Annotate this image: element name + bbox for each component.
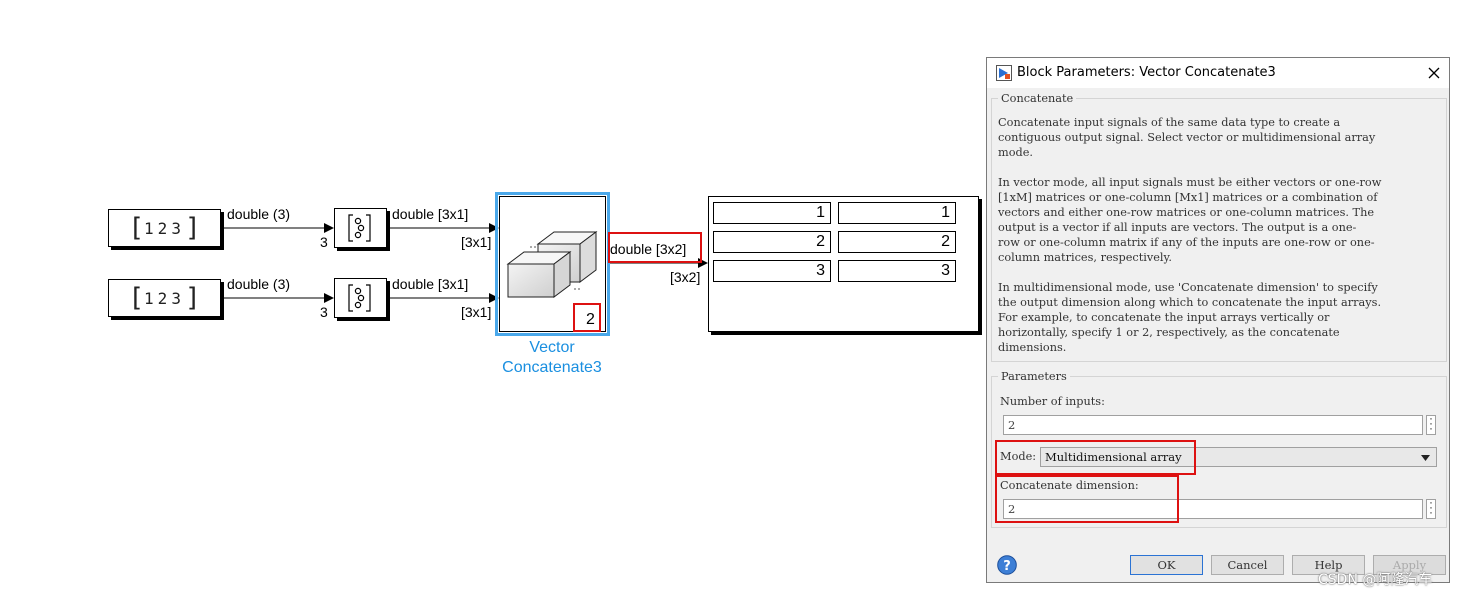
block-parameters-dialog: Block Parameters: Vector Concatenate3 Co…: [986, 57, 1450, 583]
display-cell-r3-c1: 3: [713, 260, 831, 282]
description-paragraph-3: In multidimensional mode, use 'Concatena…: [998, 280, 1444, 355]
display-cell-r2-c1: 2: [713, 231, 831, 253]
simulink-app-icon: [996, 65, 1012, 81]
const2-value-2: 2: [157, 288, 172, 308]
desc-line: output is a vector if all inputs are vec…: [998, 221, 1357, 234]
display-block[interactable]: 1 1 2 2 3 3: [708, 196, 979, 332]
watermark: CSDN @阿隆汽车: [1318, 572, 1433, 588]
const1-value-1: 1: [144, 218, 158, 238]
display-cell-r1-c1: 1: [713, 202, 831, 224]
output-dim-label: [3x2]: [670, 269, 701, 285]
desc-line: dimensions.: [998, 341, 1067, 354]
concat-dimension-more-button[interactable]: · · ·: [1426, 496, 1436, 519]
display-cell-r1-c2: 1: [838, 202, 956, 224]
block-caption[interactable]: Vector Concatenate3: [480, 338, 624, 378]
chevron-down-icon: [1421, 455, 1430, 461]
num-inputs-label: Number of inputs:: [1000, 395, 1105, 408]
display-cell-r3-c2: 3: [838, 260, 956, 282]
desc-line: the output dimension along which to conc…: [998, 296, 1382, 309]
reshape-block-2[interactable]: [334, 278, 387, 318]
reshape-icon: [348, 214, 371, 242]
reshape-icon: [348, 284, 371, 312]
dialog-title-bar: Block Parameters: Vector Concatenate3: [987, 58, 1449, 88]
svg-text:?: ?: [1003, 559, 1011, 574]
description-paragraph-2: In vector mode, all input signals must b…: [998, 175, 1444, 265]
caption-line-1: Vector: [529, 339, 575, 356]
close-icon[interactable]: [1428, 67, 1440, 79]
highlight-concat-dimension: [995, 475, 1179, 523]
highlight-mode: [995, 440, 1196, 475]
desc-line: Concatenate input signals of the same da…: [998, 116, 1341, 129]
dialog-title: Block Parameters: Vector Concatenate3: [1017, 65, 1276, 80]
description-text: Concatenate input signals of the same da…: [998, 115, 1444, 355]
description-paragraph-1: Concatenate input signals of the same da…: [998, 115, 1444, 160]
port-dim-label-1: 3: [320, 234, 328, 250]
input-dim-label-1: [3x1]: [461, 234, 492, 250]
ok-button[interactable]: OK: [1130, 555, 1203, 575]
constant-block-1[interactable]: [1 2 3]: [108, 209, 221, 247]
const1-value-3: 3: [171, 218, 185, 238]
signal-label-const1: double (3): [227, 206, 291, 222]
help-icon[interactable]: ?: [997, 555, 1017, 575]
desc-line: column matrices, respectively.: [998, 251, 1173, 264]
num-inputs-field[interactable]: 2: [1003, 415, 1423, 435]
input-dim-label-2: [3x1]: [461, 304, 492, 320]
signal-label-reshape2: double [3x1]: [392, 276, 469, 292]
const2-value-1: 1: [144, 288, 158, 308]
parameters-group-label: Parameters: [998, 369, 1070, 384]
reshape-block-1[interactable]: [334, 208, 387, 248]
signal-label-reshape1: double [3x1]: [392, 206, 469, 222]
num-inputs-more-button[interactable]: · · ·: [1426, 412, 1436, 435]
constant-block-2[interactable]: [1 2 3]: [108, 279, 221, 317]
cancel-button[interactable]: Cancel: [1211, 555, 1284, 575]
desc-line: [1xM] matrices or one-column [Mx1] matri…: [998, 191, 1378, 204]
signal-label-const2: double (3): [227, 276, 291, 292]
port-dim-label-2: 3: [320, 304, 328, 320]
highlight-concat-dim-on-block: [573, 303, 601, 332]
const1-value-2: 2: [157, 218, 172, 238]
desc-line: For example, to concatenate the input ar…: [998, 311, 1330, 324]
highlight-output-signal: [608, 232, 702, 263]
desc-line: contiguous output signal. Select vector …: [998, 131, 1376, 144]
desc-line: In vector mode, all input signals must b…: [998, 176, 1382, 189]
desc-line: In multidimensional mode, use 'Concatena…: [998, 281, 1378, 294]
concatenate-group-label: Concatenate: [998, 91, 1077, 106]
desc-line: mode.: [998, 146, 1034, 159]
desc-line: horizontally, specify 1 or 2, respective…: [998, 326, 1340, 339]
concatenate-group: Concatenate Concatenate input signals of…: [991, 91, 1447, 362]
const2-value-3: 3: [171, 288, 185, 308]
desc-line: vectors and either one-row matrices or o…: [998, 206, 1375, 219]
caption-line-2: Concatenate3: [502, 359, 602, 376]
display-cell-r2-c2: 2: [838, 231, 956, 253]
desc-line: row or one-column matrix if any of the i…: [998, 236, 1375, 249]
